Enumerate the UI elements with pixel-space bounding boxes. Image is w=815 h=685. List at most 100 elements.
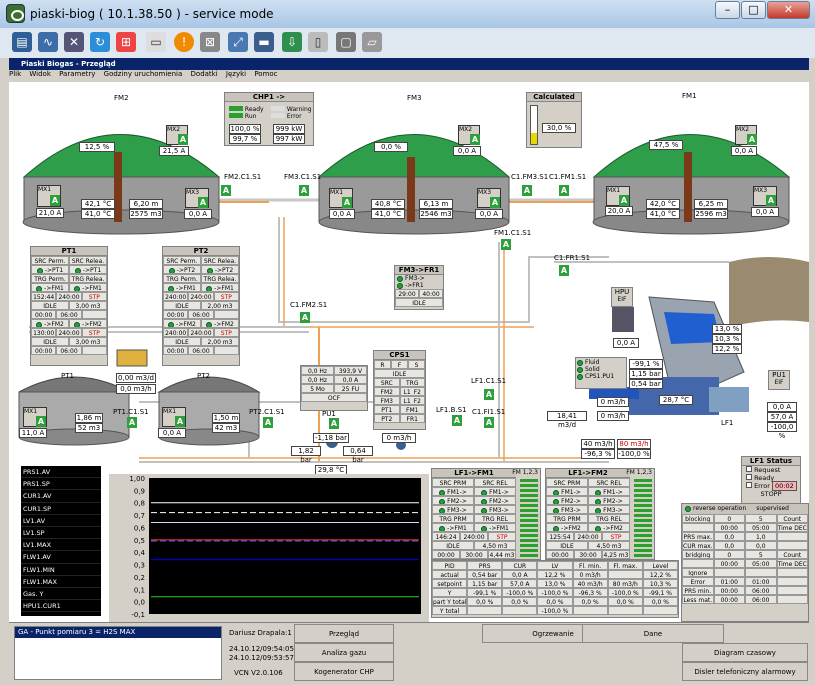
- feed-select-panel[interactable]: Fluid Solid CPS1.PU1: [575, 357, 627, 389]
- fm3-mx1[interactable]: MX1 A: [329, 188, 353, 208]
- lf1-fm2-panel[interactable]: LF1->FM2 FM 1,2,3 SRC PRM SRC REL FM1-> FM…: [545, 468, 655, 560]
- lf1-status-panel[interactable]: LF1 Status Request Ready Error 00:02 STO…: [741, 456, 801, 504]
- refresh-icon[interactable]: ↻: [90, 32, 110, 52]
- valve-fm2c1s1[interactable]: FM2.C1.S1: [224, 173, 261, 181]
- cps1-flow: 0 m3/h: [382, 433, 416, 443]
- valve-c1fr1s1[interactable]: C1.FR1.S1: [554, 254, 590, 262]
- lf1-p1: -96,3 %: [581, 449, 615, 459]
- cps1-panel[interactable]: CPS1 RFS IDLE SRC TRG FM2 L1_F2 FM3 L1_F2 P…: [373, 350, 426, 430]
- dosing-box: [116, 349, 148, 367]
- chp-error: Error: [286, 113, 302, 120]
- menu-widok[interactable]: Widok: [29, 70, 51, 78]
- alert-icon[interactable]: !: [174, 32, 194, 52]
- fm2-mx2[interactable]: MX2 A: [166, 125, 188, 145]
- menu-pomoc[interactable]: Pomoc: [254, 70, 277, 78]
- fm1-level-m: 6,25 m: [694, 199, 728, 209]
- pt2-mx1[interactable]: MX1 A: [162, 407, 186, 427]
- valve-a-7[interactable]: A: [300, 312, 310, 323]
- pu1-right-v3: -100,0 %: [767, 422, 797, 440]
- trend-chart[interactable]: 1,00 0,9 0,8 0,7 0,6 0,5 0,4 0,3 0,2 0,1 0,0 -0,1: [109, 474, 429, 622]
- menu-dodatki[interactable]: Dodatki: [191, 70, 218, 78]
- valve-lf1c1s1[interactable]: LF1.C1.S1: [471, 377, 506, 385]
- valve-pt1c1s1[interactable]: PT1.C1.S1: [113, 408, 149, 416]
- lf1-fm1-panel[interactable]: LF1->FM1 FM 1,2,3 SRC PRM SRC REL FM1-> FM…: [431, 468, 541, 560]
- y-tick-label: 0,6: [134, 524, 146, 532]
- y-tick-label: 0,8: [134, 500, 145, 508]
- pt1-panel[interactable]: PT1 SRC Perm. SRC Relea. ->PT1 ->PT1 TRG P…: [30, 246, 108, 366]
- chp1-title: CHP1 ->: [225, 93, 313, 102]
- valve-a-10[interactable]: A: [484, 389, 494, 400]
- valve-a-6[interactable]: A: [559, 265, 569, 276]
- valve-fm1c1s1[interactable]: FM1.C1.S1: [494, 229, 531, 237]
- close-button[interactable]: ✕: [767, 1, 810, 19]
- chat-icon[interactable]: ▱: [362, 32, 382, 52]
- feeder-v2: 10,3 %: [712, 334, 742, 344]
- minimize-button[interactable]: –: [715, 1, 740, 19]
- fm2-mx3-val: 0,0 A: [184, 209, 212, 219]
- valve-a-1[interactable]: A: [221, 185, 231, 196]
- valve-c1fm1s1[interactable]: C1.FM1.S1: [549, 173, 586, 181]
- fm1-mx1[interactable]: MX1 A: [606, 186, 630, 206]
- fm3-mx1-val: 0,0 A: [329, 209, 355, 219]
- device-icon[interactable]: ▭: [146, 32, 166, 52]
- tools-icon[interactable]: ✕: [64, 32, 84, 52]
- monitor-icon[interactable]: ▬: [254, 32, 274, 52]
- lf1-label: LF1: [721, 419, 734, 427]
- download-icon[interactable]: ⇩: [282, 32, 302, 52]
- valve-lf1bs1[interactable]: LF1.B.S1: [436, 406, 467, 414]
- pt1-mx1[interactable]: MX1 A: [23, 407, 47, 427]
- fm3-mx2[interactable]: MX2 A: [458, 125, 480, 145]
- nav-timechart-button[interactable]: Diagram czasowy: [682, 643, 808, 662]
- nav-chp-button[interactable]: Kogenerator CHP: [294, 662, 394, 681]
- fullscreen-icon[interactable]: ⤢: [228, 32, 248, 52]
- fm3-fr1-panel[interactable]: FM3->FR1 FM3-> ->FR1 29:00 40:00 IDLE: [394, 265, 444, 310]
- disconnect-icon[interactable]: ⊠: [200, 32, 220, 52]
- chart-icon[interactable]: ∿: [38, 32, 58, 52]
- menu-godziny[interactable]: Godziny uruchomienia: [104, 70, 183, 78]
- fm1-mx2[interactable]: MX2 A: [735, 125, 757, 145]
- pt2-panel[interactable]: PT2 SRC Perm. SRC Relea. ->PT2 ->PT2 TRG P…: [162, 246, 240, 366]
- valve-a-4[interactable]: A: [559, 185, 569, 196]
- chp1-panel[interactable]: CHP1 -> Ready Run Warning Error 100,0 % …: [224, 92, 314, 146]
- menu-parametry[interactable]: Parametry: [59, 70, 95, 78]
- nav-data-button[interactable]: Dane: [582, 624, 724, 643]
- valve-a-5[interactable]: A: [501, 239, 511, 250]
- valve-a-9[interactable]: A: [127, 417, 137, 428]
- fm3-mx3[interactable]: MX3 A: [477, 188, 501, 208]
- window-icon[interactable]: ▢: [336, 32, 356, 52]
- pu1-p2: 0,64 bar: [343, 446, 373, 464]
- valve-a-8[interactable]: A: [263, 417, 273, 428]
- valve-c1fi1s1[interactable]: C1.FI1.S1: [472, 408, 505, 416]
- menu-jezyki[interactable]: Języki: [226, 70, 246, 78]
- fm1-mx3[interactable]: MX3 A: [753, 186, 777, 206]
- hpu-panel[interactable]: HPU EIF: [611, 287, 633, 307]
- valve-c1fm2s1[interactable]: C1.FM2.S1: [290, 301, 327, 309]
- ocf-panel[interactable]: 0,0 Hz 393,9 V 0,0 Hz 0,0 A 5 Mo 25 FU OCF: [300, 365, 368, 411]
- valve-a-11[interactable]: A: [452, 415, 462, 426]
- valve-c1fm3s1[interactable]: C1.FM3.S1: [511, 173, 548, 181]
- overview-icon[interactable]: ▤: [12, 32, 32, 52]
- legend-item: LV1.MAX: [21, 539, 101, 552]
- fm2-mx3[interactable]: MX3 A: [185, 188, 209, 208]
- nav-gas-analysis-button[interactable]: Analiza gazu: [294, 643, 394, 662]
- pu1-right-panel[interactable]: PU1 EIF: [768, 370, 790, 390]
- document-icon[interactable]: ▯: [308, 32, 328, 52]
- valve-pt2c1s1[interactable]: PT2.C1.S1: [249, 408, 285, 416]
- fm2-mx1[interactable]: MX1 A: [37, 185, 61, 207]
- nav-alarm-dialer-button[interactable]: Disler telefoniczny alarmowy: [682, 662, 808, 681]
- reverse-operation-panel[interactable]: reverse operation supervised blocking 0 5 C…: [681, 503, 809, 622]
- maximize-button[interactable]: □: [741, 1, 766, 19]
- valve-fm3c1s1[interactable]: FM3.C1.S1: [284, 173, 321, 181]
- alarm-list[interactable]: GA - Punkt pomiaru 3 = H2S MAX: [14, 626, 222, 680]
- pu1-a[interactable]: A: [329, 418, 339, 429]
- menu-plik[interactable]: Plik: [9, 70, 21, 78]
- pid-table: PID PRS CUR LV Fl. min. Fl. max. Level actual 0…: [431, 560, 679, 618]
- calculated-title: Calculated: [527, 93, 581, 102]
- valve-a-3[interactable]: A: [522, 185, 532, 196]
- valve-a-2[interactable]: A: [299, 185, 309, 196]
- nav-przeglad-button[interactable]: Przegląd: [294, 624, 394, 643]
- pt2-tank-label: PT2: [197, 372, 210, 380]
- windows-icon[interactable]: ⊞: [116, 32, 136, 52]
- valve-a-12[interactable]: A: [484, 417, 494, 428]
- pt1-level: 1,86 m: [75, 413, 103, 423]
